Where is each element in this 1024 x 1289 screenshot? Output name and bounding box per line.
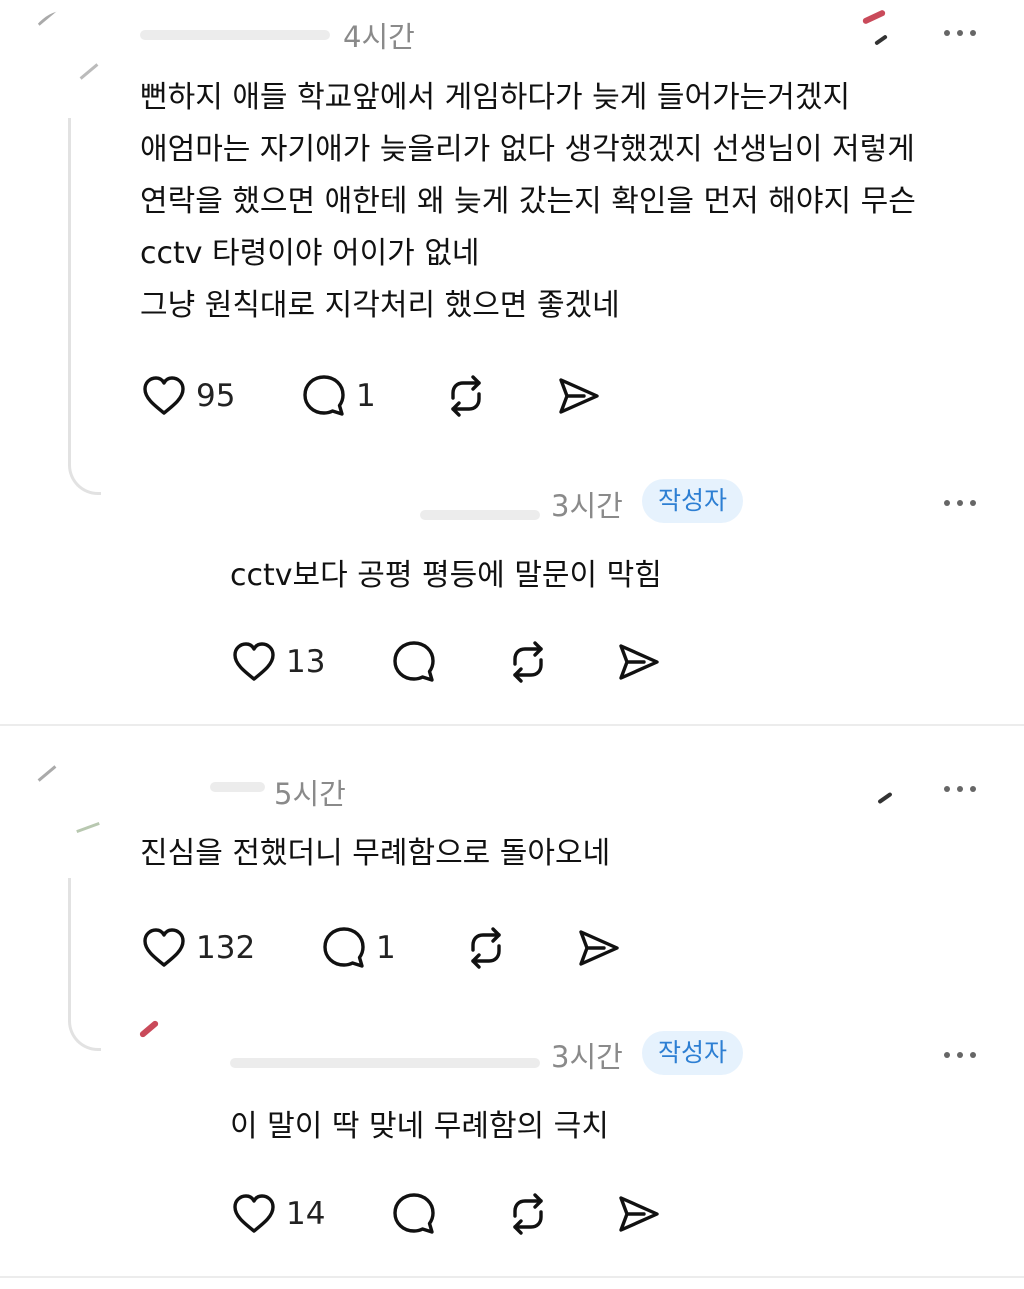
share-button[interactable] xyxy=(614,638,662,686)
repost-button[interactable] xyxy=(442,372,490,420)
comment-button[interactable] xyxy=(390,1190,438,1238)
repost-button[interactable] xyxy=(504,1190,552,1238)
comment-text: 진심을 전했더니 무례함으로 돌아오네 xyxy=(140,836,611,871)
comment-button[interactable]: 1 xyxy=(300,372,376,420)
avatar[interactable] xyxy=(28,10,108,90)
repost-icon xyxy=(462,924,510,972)
avatar[interactable] xyxy=(28,762,108,842)
comment-bubble-icon xyxy=(390,1190,438,1238)
comment-button[interactable] xyxy=(390,638,438,686)
author-badge: 작성자 xyxy=(642,1031,744,1075)
like-button[interactable]: 132 xyxy=(140,924,255,972)
comment-text: 뻔하지 애들 학교앞에서 게임하다가 늦게 들어가는거겠지 애엄마는 자기애가 … xyxy=(140,80,916,323)
more-options-icon[interactable] xyxy=(944,1052,976,1058)
reply-text: 이 말이 딱 맞네 무례함의 극치 xyxy=(230,1109,609,1144)
send-icon xyxy=(614,638,662,686)
send-icon xyxy=(574,924,622,972)
share-button[interactable] xyxy=(614,1190,662,1238)
comment-bubble-icon xyxy=(300,372,348,420)
timestamp: 3시간 xyxy=(551,489,623,523)
repost-icon xyxy=(442,372,490,420)
like-button[interactable]: 14 xyxy=(230,1190,325,1238)
repost-icon xyxy=(504,638,552,686)
follow-badge-icon xyxy=(875,790,897,806)
heart-icon xyxy=(230,1190,278,1238)
thread-line xyxy=(68,878,101,1051)
comment-button[interactable]: 1 xyxy=(320,924,396,972)
reply-count: 1 xyxy=(376,930,396,966)
repost-button[interactable] xyxy=(504,638,552,686)
more-options-icon[interactable] xyxy=(944,500,976,506)
like-count: 95 xyxy=(196,378,236,414)
like-button[interactable]: 95 xyxy=(140,372,235,420)
share-button[interactable] xyxy=(554,372,602,420)
follow-badge-icon xyxy=(860,9,890,46)
like-count: 132 xyxy=(196,930,256,966)
heart-icon xyxy=(140,924,188,972)
like-button[interactable]: 13 xyxy=(230,638,325,686)
comment-bubble-icon xyxy=(320,924,368,972)
share-button[interactable] xyxy=(574,924,622,972)
like-count: 14 xyxy=(286,1196,326,1232)
username-blurred[interactable] xyxy=(140,30,330,40)
more-options-icon[interactable] xyxy=(944,786,976,792)
repost-icon xyxy=(504,1190,552,1238)
comment-bubble-icon xyxy=(390,638,438,686)
divider xyxy=(0,1276,1024,1278)
reply-count: 1 xyxy=(356,378,376,414)
more-options-icon[interactable] xyxy=(944,30,976,36)
username-blurred[interactable] xyxy=(420,510,540,520)
heart-icon xyxy=(230,638,278,686)
timestamp: 4시간 xyxy=(343,20,415,54)
divider xyxy=(0,724,1024,726)
send-icon xyxy=(554,372,602,420)
username-blurred[interactable] xyxy=(230,1058,540,1068)
username-blurred[interactable] xyxy=(210,782,265,792)
send-icon xyxy=(614,1190,662,1238)
author-badge: 작성자 xyxy=(642,479,744,523)
timestamp: 3시간 xyxy=(551,1040,623,1074)
repost-button[interactable] xyxy=(462,924,510,972)
heart-icon xyxy=(140,372,188,420)
thread-line xyxy=(68,118,101,495)
reply-text: cctv보다 공평 평등에 말문이 막힘 xyxy=(230,558,662,593)
timestamp: 5시간 xyxy=(274,777,346,811)
like-count: 13 xyxy=(286,644,326,680)
avatar[interactable] xyxy=(120,1012,180,1072)
